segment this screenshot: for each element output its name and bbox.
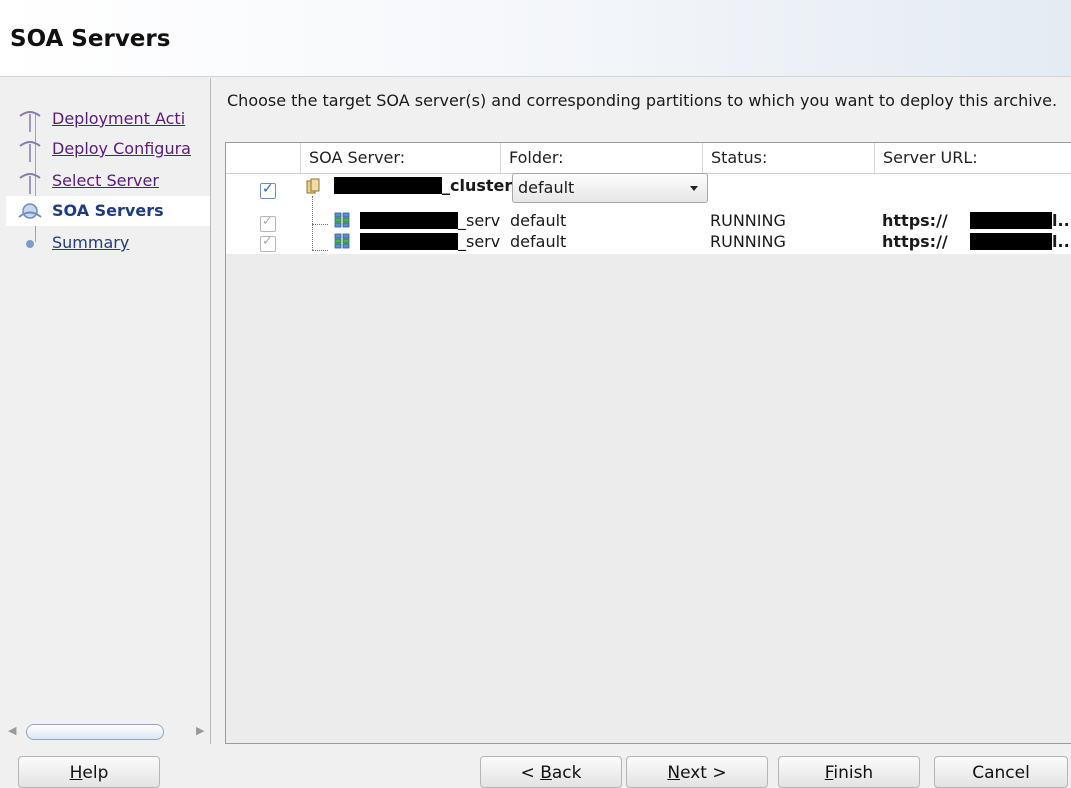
table-body: _cluster default _serv [226,173,1071,254]
nav-step-deploy-configuration[interactable]: Deploy Configura [6,134,210,164]
cluster-icon [306,178,320,194]
help-button[interactable]: Help [18,756,160,788]
back-label-rest: ack [551,763,582,783]
column-header-status[interactable]: Status: [702,143,874,173]
help-mnemonic: H [69,763,83,783]
nav-step-label: Deployment Acti [52,109,186,128]
nav-step-deployment-action[interactable]: Deployment Acti [6,104,210,134]
server-icon [334,233,350,249]
finish-button[interactable]: Finish [778,756,920,788]
table-header: SOA Server: Folder: Status: Server URL: [226,143,1071,174]
wizard-step-navigation: Deployment Acti Deploy Configura Select … [6,78,210,744]
step-future-icon [26,240,34,248]
back-button[interactable]: < Back [480,756,622,788]
server-icon [334,212,350,228]
cancel-button[interactable]: Cancel [934,756,1068,788]
step-current-icon [18,203,42,219]
next-mnemonic: N [667,763,681,783]
next-label-rest: ext > [680,763,727,783]
back-mnemonic: B [540,763,552,783]
cluster-select-checkbox[interactable] [260,181,276,199]
step-visited-icon [19,173,41,194]
table-row[interactable]: _cluster default [226,173,1071,208]
server-select-checkbox [260,234,276,252]
help-label-rest: elp [82,763,109,783]
instruction-text: Choose the target SOA server(s) and corr… [227,91,1058,110]
server-url-prefix: https:// [882,211,948,230]
scroll-left-icon[interactable]: ◀ [8,724,16,737]
server-url-suffix: l.. [1052,211,1070,230]
column-header-select [226,143,300,173]
page-title: SOA Servers [10,26,171,52]
column-header-folder[interactable]: Folder: [500,143,702,173]
wizard-header: SOA Servers [0,0,1071,77]
nav-step-label: Select Server [52,171,159,190]
server-name-suffix: _cluster [442,176,513,195]
main-panel: Choose the target SOA server(s) and corr… [210,78,1071,744]
nav-step-label: Deploy Configura [52,139,191,158]
server-name-suffix: _serv [458,211,501,230]
status-value: RUNNING [710,211,786,230]
folder-dropdown-value: default [518,178,575,197]
column-header-server-url[interactable]: Server URL: [874,143,1071,173]
nav-horizontal-scrollbar[interactable]: ◀ ▶ [6,722,210,742]
scroll-right-icon[interactable]: ▶ [196,724,204,737]
redacted-server-url [970,212,1052,229]
scrollbar-thumb[interactable] [26,724,164,740]
chevron-down-icon [690,186,698,191]
back-label-prefix: < [520,763,541,783]
redacted-cluster-name [334,177,442,194]
next-button[interactable]: Next > [626,756,768,788]
nav-step-label: SOA Servers [52,201,164,220]
finish-label-rest: inish [833,763,874,783]
folder-dropdown[interactable]: default [512,173,708,203]
redacted-server-url [970,233,1052,250]
step-visited-icon [19,141,41,162]
step-visited-icon [19,111,41,132]
redacted-server-name [360,233,458,250]
server-url-prefix: https:// [882,232,948,251]
redacted-server-name [360,212,458,229]
server-name-suffix: _serv [458,232,501,251]
folder-value: default [510,232,567,251]
server-url-suffix: l.. [1052,232,1070,251]
nav-step-select-server[interactable]: Select Server [6,166,210,196]
folder-value: default [510,211,567,230]
server-select-checkbox [260,214,276,232]
nav-step-soa-servers[interactable]: SOA Servers [6,196,210,226]
table-row[interactable]: _serv default RUNNING https:// l.. [226,232,1071,269]
nav-step-label: Summary [52,233,130,252]
column-header-soa-server[interactable]: SOA Server: [300,143,500,173]
soa-server-table: SOA Server: Folder: Status: Server URL: … [225,142,1071,744]
status-value: RUNNING [710,232,786,251]
nav-step-summary[interactable]: Summary [6,228,210,258]
